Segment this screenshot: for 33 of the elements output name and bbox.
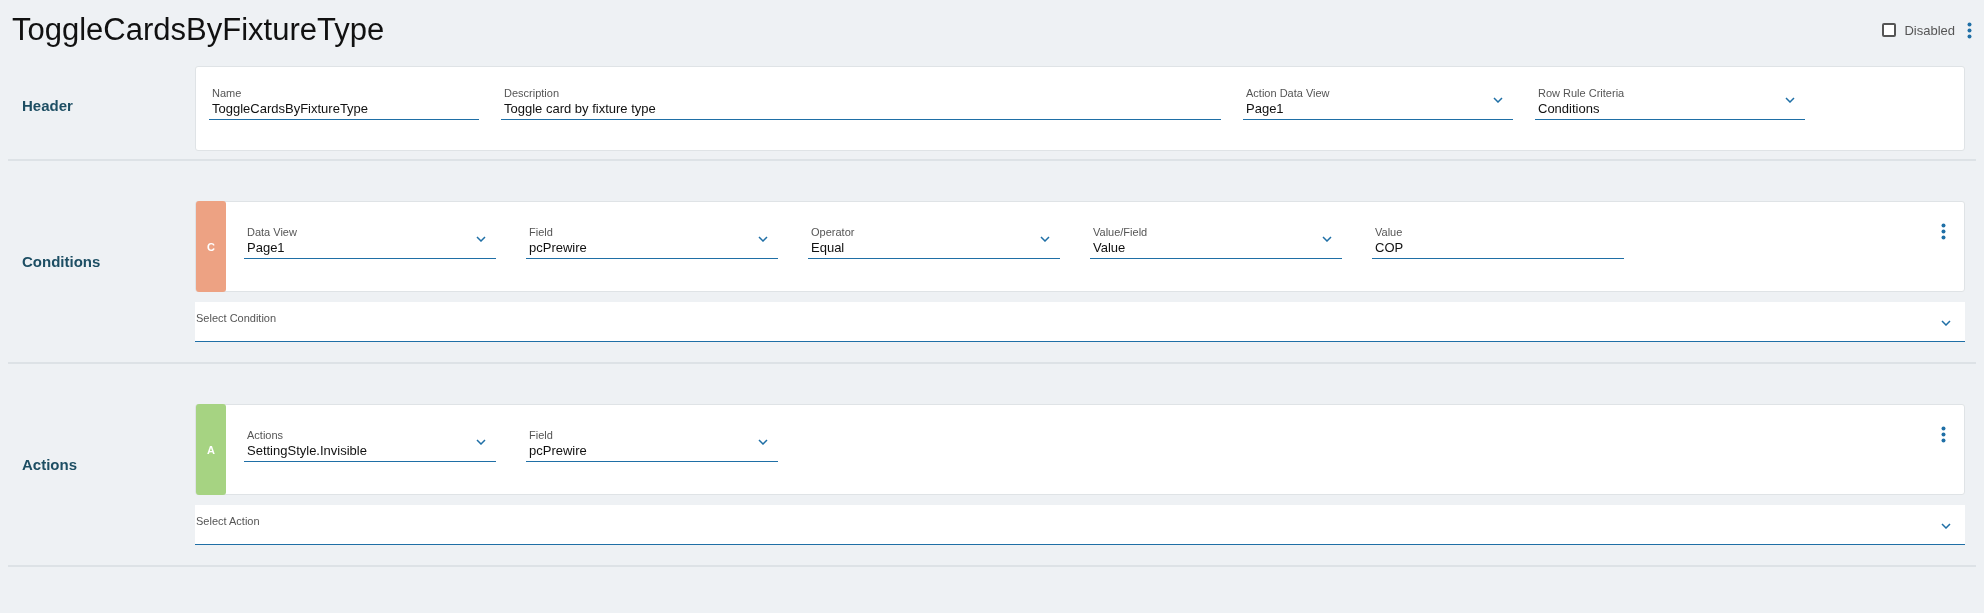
more-options-icon[interactable]: [1941, 426, 1946, 443]
dropdown-field[interactable]: Value/Field Value: [1090, 226, 1342, 259]
dropdown-field[interactable]: Action Data View Page1: [1243, 87, 1513, 120]
dropdown-field[interactable]: Field pcPrewire: [526, 429, 778, 462]
chevron-down-icon: [1322, 236, 1332, 242]
rule-badge: C: [196, 201, 226, 292]
dropdown-field[interactable]: Data View Page1: [244, 226, 496, 259]
text-field[interactable]: Name ToggleCardsByFixtureType: [209, 87, 479, 120]
page-title: ToggleCardsByFixtureType: [12, 12, 386, 48]
rule-badge: A: [196, 404, 226, 495]
chevron-down-icon: [1040, 236, 1050, 242]
chevron-down-icon: [758, 439, 768, 445]
dropdown-field[interactable]: Actions SettingStyle.Invisible: [244, 429, 496, 462]
chevron-down-icon: [1941, 523, 1951, 529]
section-label: Header: [22, 97, 73, 114]
checkbox-label: Disabled: [1904, 22, 1955, 38]
chevron-down-icon: [1785, 97, 1795, 103]
text-field[interactable]: Description Toggle card by fixture type: [501, 87, 1221, 120]
dropdown-field[interactable]: Field pcPrewire: [526, 226, 778, 259]
section-label: Conditions: [22, 253, 101, 270]
select-dropdown[interactable]: Select Condition: [195, 302, 1965, 342]
dropdown-field[interactable]: Operator Equal: [808, 226, 1060, 259]
select-dropdown[interactable]: Select Action: [195, 505, 1965, 545]
more-options-icon[interactable]: [1941, 223, 1946, 240]
more-options-icon[interactable]: [1967, 21, 1972, 39]
section-label: Actions: [22, 456, 77, 473]
chevron-down-icon: [758, 236, 768, 242]
dropdown-field[interactable]: Row Rule Criteria Conditions: [1535, 87, 1805, 120]
chevron-down-icon: [476, 439, 486, 445]
chevron-down-icon: [1941, 320, 1951, 326]
text-field[interactable]: Value COP: [1372, 226, 1624, 259]
chevron-down-icon: [1493, 97, 1503, 103]
chevron-down-icon: [476, 236, 486, 242]
